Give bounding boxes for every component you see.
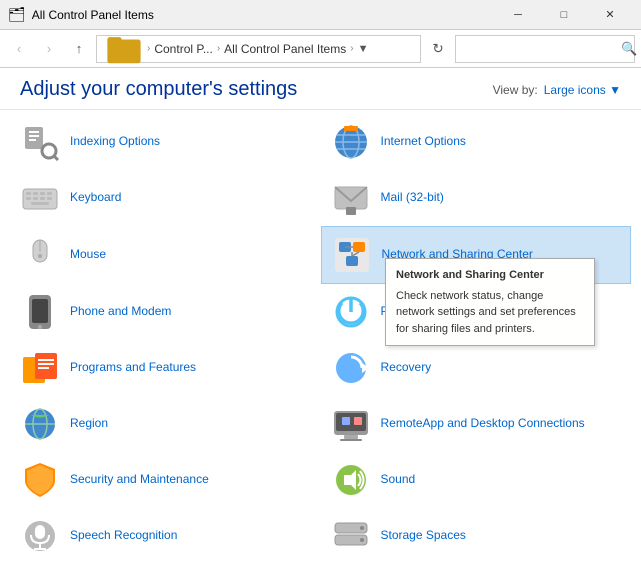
search-input[interactable]: [462, 42, 617, 56]
grid-item-speech-recognition[interactable]: Speech Recognition: [10, 508, 321, 564]
mouse-icon: [20, 235, 60, 275]
security-maintenance-icon: [20, 460, 60, 500]
tooltip-text: Check network status, change network set…: [396, 288, 584, 338]
grid-item-mouse[interactable]: Mouse: [10, 226, 321, 284]
phone-modem-icon: [20, 292, 60, 332]
window-title: All Control Panel Items: [32, 8, 495, 22]
security-maintenance-label: Security and Maintenance: [70, 472, 209, 488]
sync-center-icon: [20, 572, 60, 576]
mail-32bit-icon: [331, 178, 371, 218]
sound-label: Sound: [381, 472, 416, 488]
app-icon: 🗂: [8, 6, 26, 23]
grid-item-keyboard[interactable]: Keyboard: [10, 170, 321, 226]
page-title: Adjust your computer's settings: [20, 78, 297, 101]
view-by-link[interactable]: Large icons ▼: [544, 83, 621, 97]
grid-item-security-maintenance[interactable]: Security and Maintenance: [10, 452, 321, 508]
grid-item-remoteapp[interactable]: RemoteApp and Desktop Connections: [321, 396, 632, 452]
speech-recognition-label: Speech Recognition: [70, 528, 177, 544]
mail-32bit-label: Mail (32-bit): [381, 190, 444, 206]
grid-item-storage-spaces[interactable]: Storage Spaces: [321, 508, 632, 564]
speech-recognition-icon: [20, 516, 60, 556]
indexing-options-icon: [20, 122, 60, 162]
search-box: 🔍: [455, 35, 635, 63]
minimize-button[interactable]: ─: [495, 0, 541, 30]
remoteapp-label: RemoteApp and Desktop Connections: [381, 416, 585, 432]
refresh-button[interactable]: ↻: [425, 36, 451, 62]
grid-item-region[interactable]: Region: [10, 396, 321, 452]
view-by-label: View by:: [493, 83, 538, 97]
grid-item-programs-features[interactable]: Programs and Features: [10, 340, 321, 396]
address-path: › Control P... › All Control Panel Items…: [96, 35, 421, 63]
programs-features-icon: [20, 348, 60, 388]
address-bar: ‹ › ↑ › Control P... › All Control Panel…: [0, 30, 641, 68]
close-button[interactable]: ✕: [587, 0, 633, 30]
search-button[interactable]: 🔍: [621, 41, 637, 57]
keyboard-icon: [20, 178, 60, 218]
forward-button[interactable]: ›: [36, 36, 62, 62]
up-button[interactable]: ↑: [66, 36, 92, 62]
view-by-control: View by: Large icons ▼: [493, 83, 621, 97]
recovery-icon: [331, 348, 371, 388]
storage-spaces-label: Storage Spaces: [381, 528, 466, 544]
content-area: Adjust your computer's settings View by:…: [0, 68, 641, 576]
address-chevron[interactable]: ▼: [358, 43, 369, 55]
indexing-options-label: Indexing Options: [70, 134, 160, 150]
back-button[interactable]: ‹: [6, 36, 32, 62]
power-options-icon: [331, 292, 371, 332]
grid-item-indexing-options[interactable]: Indexing Options: [10, 114, 321, 170]
items-container: Indexing Options Internet Options Keyboard…: [0, 110, 641, 576]
keyboard-label: Keyboard: [70, 190, 121, 206]
panel-header: Adjust your computer's settings View by:…: [0, 68, 641, 110]
tooltip-title: Network and Sharing Center: [396, 267, 584, 284]
breadcrumb-all-items[interactable]: All Control Panel Items: [224, 42, 346, 56]
grid-item-phone-modem[interactable]: Phone and Modem: [10, 284, 321, 340]
maximize-button[interactable]: □: [541, 0, 587, 30]
folder-icon: [105, 30, 143, 68]
grid-item-recovery[interactable]: Recovery: [321, 340, 632, 396]
grid-item-sync-center[interactable]: Sync Center: [10, 564, 321, 576]
internet-options-icon: [331, 122, 371, 162]
breadcrumb-sep-2: ›: [217, 43, 220, 54]
grid-item-sound[interactable]: Sound: [321, 452, 632, 508]
programs-features-label: Programs and Features: [70, 360, 196, 376]
remoteapp-icon: [331, 404, 371, 444]
network-sharing-icon: [332, 235, 372, 275]
storage-spaces-icon: [331, 516, 371, 556]
breadcrumb-control-panel[interactable]: Control P...: [154, 42, 212, 56]
phone-modem-label: Phone and Modem: [70, 304, 171, 320]
title-bar: 🗂 All Control Panel Items ─ □ ✕: [0, 0, 641, 30]
region-icon: [20, 404, 60, 444]
region-label: Region: [70, 416, 108, 432]
recovery-label: Recovery: [381, 360, 432, 376]
breadcrumb-sep-1: ›: [147, 43, 150, 54]
internet-options-label: Internet Options: [381, 134, 466, 150]
tooltip: Network and Sharing Center Check network…: [385, 258, 595, 346]
mouse-label: Mouse: [70, 247, 106, 263]
window-controls: ─ □ ✕: [495, 0, 633, 30]
grid-item-mail-32bit[interactable]: Mail (32-bit): [321, 170, 632, 226]
grid-item-internet-options[interactable]: Internet Options: [321, 114, 632, 170]
breadcrumb-sep-3: ›: [350, 43, 353, 54]
sound-icon: [331, 460, 371, 500]
